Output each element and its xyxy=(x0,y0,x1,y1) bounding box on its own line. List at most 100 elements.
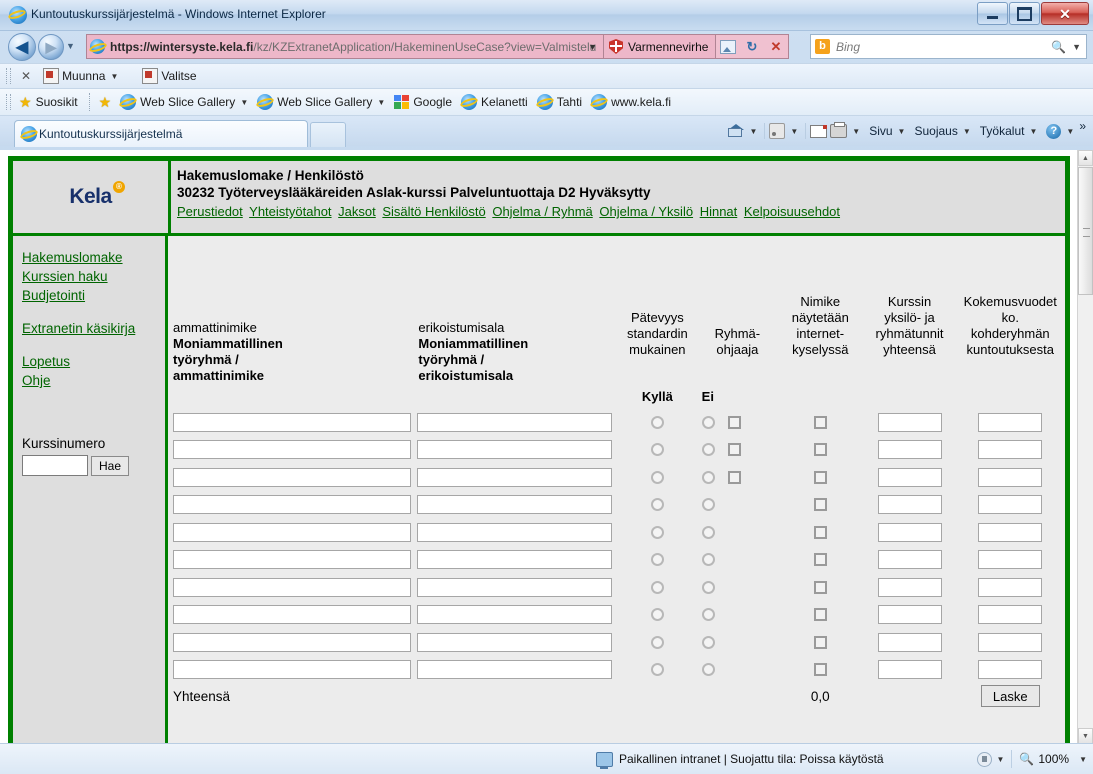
close-button[interactable]: ✕ xyxy=(1041,2,1089,25)
page-caret-icon[interactable]: ▼ xyxy=(898,127,906,136)
nimike-internet-checkbox[interactable] xyxy=(813,663,827,676)
home-button[interactable]: ▼ xyxy=(728,124,757,138)
favorites-button[interactable]: ★ Suosikit xyxy=(19,95,78,109)
sidebar-item-budjetointi[interactable]: Budjetointi xyxy=(22,286,165,305)
page-scrollbar[interactable]: ▲ ▼ xyxy=(1077,150,1093,744)
ammattinimike-input[interactable] xyxy=(173,660,412,679)
erikoistumisala-input[interactable] xyxy=(417,550,613,569)
ryhmaohjaaja-checkbox[interactable] xyxy=(727,443,741,456)
zoom-level[interactable]: 100% xyxy=(1038,752,1069,766)
tunnit-input[interactable] xyxy=(877,577,942,597)
sidebar-item-lopetus[interactable]: Lopetus xyxy=(22,352,165,371)
ammattinimike-input[interactable] xyxy=(173,467,412,487)
nav-link-ohjelma-ryhma[interactable]: Ohjelma / Ryhmä xyxy=(492,204,592,219)
erikoistumisala-input[interactable] xyxy=(417,605,613,624)
nimike-internet-checkbox[interactable] xyxy=(813,498,827,511)
search-icon[interactable]: 🔍 xyxy=(1051,40,1066,54)
tunnit-input[interactable] xyxy=(877,660,942,679)
patevyys-ei-radio[interactable] xyxy=(701,470,715,484)
patevyys-ei-radio[interactable] xyxy=(701,415,715,429)
ammattinimike-input[interactable] xyxy=(173,550,412,569)
nav-link-ohjelma-yksilo[interactable]: Ohjelma / Yksilö xyxy=(599,204,693,219)
stop-button[interactable]: ✕ xyxy=(764,34,789,59)
favorite-item-kela-fi[interactable]: www.kela.fi xyxy=(591,94,671,110)
tunnit-input[interactable] xyxy=(877,605,942,624)
tunnit-input[interactable] xyxy=(877,467,942,487)
patevyys-kylla-radio[interactable] xyxy=(650,498,664,511)
nimike-internet-checkbox[interactable] xyxy=(813,415,827,429)
back-button[interactable]: ◀ xyxy=(8,33,36,61)
nimike-internet-checkbox[interactable] xyxy=(813,608,827,621)
convert-caret-icon[interactable]: ▼ xyxy=(110,72,118,81)
search-input[interactable]: Bing xyxy=(836,40,860,54)
ammattinimike-input[interactable] xyxy=(173,440,412,459)
sidebar-item-extranetin-kasikirja[interactable]: Extranetin käsikirja xyxy=(22,319,165,338)
command-bar-overflow-button[interactable]: » xyxy=(1079,119,1086,133)
erikoistumisala-input[interactable] xyxy=(417,660,613,679)
patevyys-ei-radio[interactable] xyxy=(701,608,715,621)
favorite-item-web-slice-gallery-2[interactable]: Web Slice Gallery ▼ xyxy=(257,94,385,110)
help-caret-icon[interactable]: ▼ xyxy=(1066,127,1074,136)
toolbar-grip[interactable] xyxy=(6,68,11,84)
scroll-down-button[interactable]: ▼ xyxy=(1078,728,1093,744)
patevyys-kylla-radio[interactable] xyxy=(650,525,664,539)
kokemusvuodet-input[interactable] xyxy=(978,632,1043,652)
page-menu-button[interactable]: Sivu ▼ xyxy=(869,124,905,138)
favorite-item-web-slice-gallery-1[interactable]: Web Slice Gallery ▼ xyxy=(120,94,248,110)
patevyys-ei-radio[interactable] xyxy=(701,525,715,539)
nav-link-jaksot[interactable]: Jaksot xyxy=(338,204,376,219)
patevyys-kylla-radio[interactable] xyxy=(650,553,664,566)
nimike-internet-checkbox[interactable] xyxy=(813,443,827,456)
patevyys-kylla-radio[interactable] xyxy=(650,663,664,676)
patevyys-kylla-radio[interactable] xyxy=(650,580,664,594)
kokemusvuodet-input[interactable] xyxy=(978,467,1043,487)
search-course-button[interactable]: Hae xyxy=(91,455,130,476)
mail-button[interactable] xyxy=(810,124,828,138)
kokemusvuodet-input[interactable] xyxy=(978,522,1043,542)
zoom-caret-icon[interactable]: ▼ xyxy=(1079,755,1087,764)
home-caret-icon[interactable]: ▼ xyxy=(749,127,757,136)
patevyys-ei-radio[interactable] xyxy=(701,663,715,676)
favorite-caret-icon[interactable]: ▼ xyxy=(377,98,385,107)
sidebar-item-ohje[interactable]: Ohje xyxy=(22,371,165,390)
tunnit-input[interactable] xyxy=(877,440,942,459)
maximize-button[interactable] xyxy=(1009,2,1040,25)
recent-pages-caret-icon[interactable]: ▼ xyxy=(66,41,75,51)
erikoistumisala-input[interactable] xyxy=(417,632,613,652)
kokemusvuodet-input[interactable] xyxy=(978,412,1043,432)
favorite-caret-icon[interactable]: ▼ xyxy=(240,98,248,107)
patevyys-kylla-radio[interactable] xyxy=(650,443,664,456)
refresh-button[interactable]: ↻ xyxy=(740,34,765,59)
nimike-internet-checkbox[interactable] xyxy=(813,553,827,566)
favorite-item-google[interactable]: Google xyxy=(394,95,452,109)
favorites-grip[interactable] xyxy=(6,94,11,110)
tunnit-input[interactable] xyxy=(877,632,942,652)
patevyys-kylla-radio[interactable] xyxy=(650,415,664,429)
address-bar[interactable]: https://wintersyste.kela.fi/kz/KZExtrane… xyxy=(86,34,604,59)
ryhmaohjaaja-checkbox[interactable] xyxy=(727,470,741,484)
nav-link-yhteistyotahot[interactable]: Yhteistyötahot xyxy=(249,204,331,219)
safety-menu-button[interactable]: Suojaus ▼ xyxy=(914,124,970,138)
calculate-button[interactable]: Laske xyxy=(980,685,1040,707)
nav-link-hinnat[interactable]: Hinnat xyxy=(700,204,738,219)
erikoistumisala-input[interactable] xyxy=(417,522,613,542)
close-toolbar-button[interactable]: ✕ xyxy=(21,69,31,83)
patevyys-ei-radio[interactable] xyxy=(701,443,715,456)
ryhmaohjaaja-checkbox[interactable] xyxy=(727,415,741,429)
ammattinimike-input[interactable] xyxy=(173,577,412,597)
nimike-internet-checkbox[interactable] xyxy=(813,470,827,484)
tab-kuntoutuskurssijarjestelma[interactable]: Kuntoutuskurssijärjestelmä xyxy=(14,120,308,147)
patevyys-kylla-radio[interactable] xyxy=(650,635,664,649)
erikoistumisala-input[interactable] xyxy=(417,495,613,514)
tunnit-input[interactable] xyxy=(877,522,942,542)
patevyys-kylla-radio[interactable] xyxy=(650,608,664,621)
tools-menu-button[interactable]: Työkalut ▼ xyxy=(980,124,1038,138)
patevyys-ei-radio[interactable] xyxy=(701,635,715,649)
ammattinimike-input[interactable] xyxy=(173,412,412,432)
patevyys-ei-radio[interactable] xyxy=(701,580,715,594)
tools-caret-icon[interactable]: ▼ xyxy=(1029,127,1037,136)
tunnit-input[interactable] xyxy=(877,550,942,569)
erikoistumisala-input[interactable] xyxy=(417,440,613,459)
search-provider-caret-icon[interactable]: ▼ xyxy=(1072,42,1081,52)
kokemusvuodet-input[interactable] xyxy=(978,577,1043,597)
